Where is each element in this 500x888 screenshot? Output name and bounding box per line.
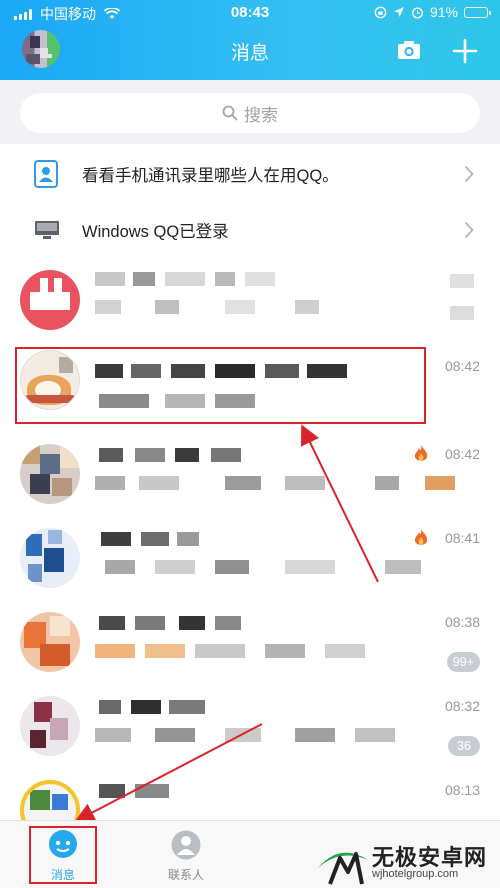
page-title: 消息 — [230, 43, 269, 64]
chat-avatar — [20, 528, 80, 588]
chat-preview-obscured — [95, 644, 425, 662]
battery-icon — [464, 6, 491, 18]
chat-name-obscured — [95, 616, 395, 636]
search-input[interactable]: 搜索 — [20, 93, 480, 133]
chat-preview-obscured — [95, 560, 425, 578]
unread-badge: 99+ — [446, 652, 480, 672]
status-bar: 中国移动 08:43 91% — [0, 0, 500, 26]
watermark-url: wjhotelgroup.com — [372, 868, 459, 880]
chat-item[interactable]: 08:42 — [0, 432, 500, 516]
chat-preview-obscured — [95, 476, 455, 494]
rotation-lock-icon — [374, 6, 387, 18]
tab-contacts-label: 联系人 — [167, 868, 204, 882]
battery-percent: 91% — [429, 4, 458, 20]
windows-qq-row[interactable]: Windows QQ已登录 — [0, 200, 500, 260]
chat-name-obscured — [95, 448, 395, 468]
contacts-discover-label: 看看手机通讯录里哪些人在用QQ。 — [82, 167, 339, 185]
chat-name-obscured — [95, 532, 395, 552]
highlight-annotation-box — [29, 826, 97, 884]
fire-icon — [414, 529, 428, 545]
alarm-icon — [411, 6, 423, 19]
unread-badge: 36 — [448, 736, 480, 756]
chat-name-obscured — [95, 700, 395, 720]
chat-name-obscured — [95, 784, 395, 804]
monitor-icon — [35, 221, 59, 239]
chat-time: 08:41 — [444, 530, 480, 546]
windows-qq-label: Windows QQ已登录 — [82, 223, 229, 241]
contacts-icon — [34, 160, 58, 188]
chat-avatar — [20, 612, 80, 672]
chat-time: 08:42 — [444, 358, 480, 374]
chat-avatar — [20, 696, 80, 756]
chat-avatar — [20, 270, 80, 330]
chat-item[interactable]: 08:38 99+ — [0, 600, 500, 684]
chat-item[interactable]: 08:32 36 — [0, 684, 500, 768]
chat-item[interactable]: 08:41 — [0, 516, 500, 600]
chevron-right-icon — [464, 165, 474, 183]
chat-time: 08:13 — [444, 782, 480, 798]
contacts-discover-row[interactable]: 看看手机通讯录里哪些人在用QQ。 — [0, 144, 500, 204]
chat-preview-obscured — [95, 300, 425, 318]
chat-time: 08:38 — [444, 614, 480, 630]
plus-icon[interactable] — [452, 38, 478, 64]
chevron-right-icon — [464, 221, 474, 239]
chat-item[interactable] — [0, 256, 500, 340]
chat-time: 08:32 — [444, 698, 480, 714]
chat-name-obscured — [95, 272, 395, 292]
tab-contacts[interactable]: 联系人 — [151, 825, 221, 885]
search-placeholder: 搜索 — [244, 105, 278, 125]
chat-avatar — [20, 444, 80, 504]
chat-preview-obscured — [95, 728, 425, 746]
search-icon — [222, 105, 238, 121]
fire-icon — [414, 445, 428, 461]
person-icon — [171, 830, 201, 860]
chat-time: 08:42 — [444, 446, 480, 462]
location-icon — [393, 7, 404, 17]
camera-icon[interactable] — [397, 40, 421, 60]
highlight-annotation-box — [15, 347, 426, 424]
